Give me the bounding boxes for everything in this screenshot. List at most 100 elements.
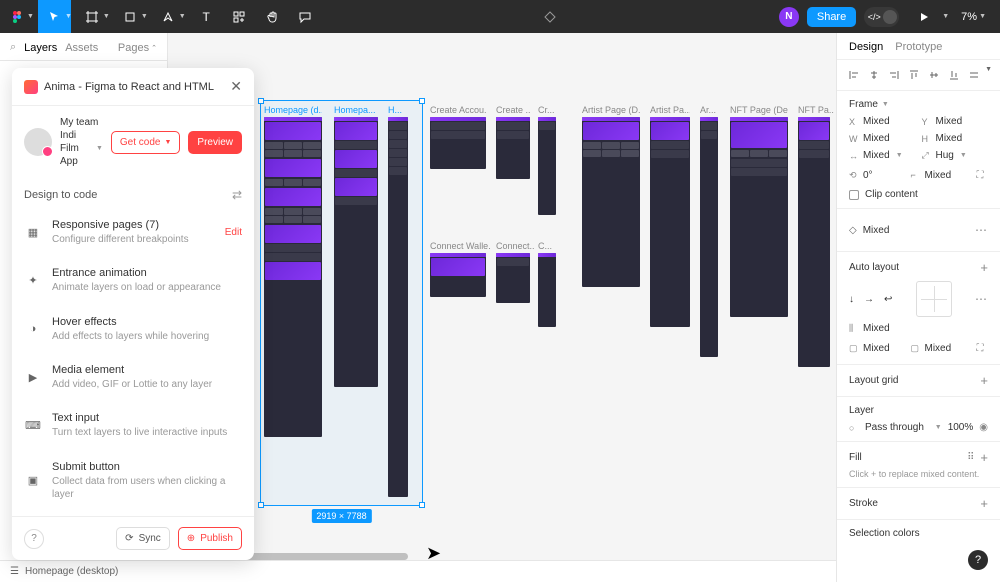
resources-tool[interactable] xyxy=(223,0,256,33)
search-icon[interactable]: ⌕ xyxy=(10,41,16,54)
wrap-icon[interactable]: ↩ xyxy=(884,294,892,305)
tab-assets[interactable]: Assets xyxy=(65,42,98,54)
zoom-level[interactable]: 7% xyxy=(961,11,977,23)
align-bottom-icon[interactable] xyxy=(945,66,963,84)
chevron-down-icon[interactable]: ▼ xyxy=(103,13,110,20)
publish-button[interactable]: ⊕Publish xyxy=(178,527,242,550)
preview-button[interactable]: Preview xyxy=(188,131,242,154)
padding-h-field[interactable]: Mixed xyxy=(863,343,890,354)
share-button[interactable]: Share xyxy=(807,7,856,27)
feature-item[interactable]: ◑ Hover effects Add effects to layers wh… xyxy=(12,305,254,353)
align-left-icon[interactable] xyxy=(845,66,863,84)
rotation-field[interactable]: 0° xyxy=(863,170,873,181)
align-center-h-icon[interactable] xyxy=(865,66,883,84)
more-icon[interactable]: ⋯ xyxy=(975,292,988,306)
frame-label[interactable]: Homepa... xyxy=(334,105,378,115)
close-icon[interactable]: ✕ xyxy=(230,78,242,95)
padding-detail-icon[interactable]: ⛶ xyxy=(972,340,988,356)
user-avatar[interactable]: N xyxy=(779,7,799,27)
frame-label[interactable]: Create Accou... xyxy=(430,105,486,115)
spacing-field[interactable]: Mixed xyxy=(863,323,890,334)
dev-mode-toggle[interactable]: </> xyxy=(864,7,899,27)
x-field[interactable]: Mixed xyxy=(863,116,890,127)
help-button[interactable]: ? xyxy=(24,529,44,549)
add-stroke-icon[interactable]: + xyxy=(980,496,988,511)
frame-label[interactable]: Homepage (d... xyxy=(264,105,322,115)
sync-icon[interactable]: ⇄ xyxy=(232,188,242,202)
chevron-down-icon[interactable]: ▼ xyxy=(65,13,72,20)
artboard[interactable] xyxy=(496,253,530,303)
help-float-button[interactable]: ? xyxy=(968,550,988,570)
align-top-icon[interactable] xyxy=(905,66,923,84)
frame-label[interactable]: Artist Page (D... xyxy=(582,105,640,115)
opacity-field[interactable]: 100% xyxy=(948,422,974,433)
frame-label[interactable]: Cr... xyxy=(538,105,556,115)
y-field[interactable]: Mixed xyxy=(936,116,963,127)
corner-detail-icon[interactable]: ⛶ xyxy=(972,167,988,183)
feature-item[interactable]: ✦ Entrance animation Animate layers on l… xyxy=(12,256,254,304)
visibility-icon[interactable]: ◉ xyxy=(979,422,988,433)
artboard[interactable] xyxy=(334,117,378,387)
frame-label[interactable]: NFT Pa... xyxy=(798,105,834,115)
feature-item[interactable]: ▦ Responsive pages (7) Configure differe… xyxy=(12,208,254,256)
tab-design[interactable]: Design xyxy=(849,41,883,53)
get-code-button[interactable]: Get code▼ xyxy=(111,131,181,154)
direction-down-icon[interactable]: ↓ xyxy=(849,294,854,305)
horizontal-scrollbar[interactable] xyxy=(200,553,720,560)
align-right-icon[interactable] xyxy=(885,66,903,84)
text-tool[interactable]: T xyxy=(190,0,223,33)
chevron-down-icon[interactable]: ▼ xyxy=(179,13,186,20)
more-icon[interactable]: ⋯ xyxy=(975,223,988,237)
frame-label[interactable]: Ar... xyxy=(700,105,718,115)
hug-field[interactable]: Hug xyxy=(936,150,954,161)
artboard[interactable] xyxy=(430,117,486,169)
styles-icon[interactable]: ⠿ xyxy=(967,452,974,463)
frame-label[interactable]: H... xyxy=(388,105,408,115)
comment-tool[interactable] xyxy=(289,0,322,33)
clip-content-checkbox[interactable] xyxy=(849,190,859,200)
artboard[interactable] xyxy=(538,253,556,327)
artboard[interactable] xyxy=(730,117,788,317)
artboard[interactable] xyxy=(650,117,690,327)
sync-button[interactable]: ⟳Sync xyxy=(116,527,170,550)
edit-link[interactable]: Edit xyxy=(225,227,242,238)
tidy-icon[interactable] xyxy=(965,66,983,84)
list-icon[interactable]: ☰ xyxy=(10,566,19,577)
padding-v-field[interactable]: Mixed xyxy=(925,343,952,354)
add-layout-grid-icon[interactable]: + xyxy=(980,373,988,388)
frame-label[interactable]: Artist Pa... xyxy=(650,105,690,115)
present-button[interactable] xyxy=(907,0,940,33)
chevron-down-icon[interactable]: ▼ xyxy=(979,13,986,20)
corner-field[interactable]: Mixed xyxy=(925,170,952,181)
frame-label[interactable]: Connect Walle... xyxy=(430,241,490,251)
align-center-v-icon[interactable] xyxy=(925,66,943,84)
frame-label[interactable]: NFT Page (De... xyxy=(730,105,788,115)
anima-center-icon[interactable] xyxy=(534,0,567,33)
hand-tool[interactable] xyxy=(256,0,289,33)
artboard[interactable] xyxy=(430,253,486,297)
direction-right-icon[interactable]: → xyxy=(864,294,874,305)
add-auto-layout-icon[interactable]: + xyxy=(980,260,988,275)
chevron-down-icon[interactable]: ▼ xyxy=(141,13,148,20)
artboard[interactable] xyxy=(538,117,556,215)
artboard[interactable] xyxy=(388,117,408,497)
artboard[interactable] xyxy=(496,117,530,179)
alignment-grid[interactable] xyxy=(916,281,952,317)
variant-mixed[interactable]: Mixed xyxy=(863,225,890,236)
feature-item[interactable]: ▶ Media element Add video, GIF or Lottie… xyxy=(12,353,254,401)
h-field[interactable]: Mixed xyxy=(936,133,963,144)
frame-label[interactable]: Connect... xyxy=(496,241,534,251)
chevron-down-icon[interactable]: ▼ xyxy=(942,13,949,20)
artboard[interactable] xyxy=(798,117,830,367)
project-dropdown[interactable]: Indi Film App▼ xyxy=(60,129,103,168)
current-page-label[interactable]: Homepage (desktop) xyxy=(25,566,118,577)
team-avatar[interactable] xyxy=(24,128,52,156)
frame-section-title[interactable]: Frame xyxy=(849,99,878,110)
artboard[interactable] xyxy=(582,117,640,287)
tab-layers[interactable]: Layers xyxy=(24,42,57,54)
add-fill-icon[interactable]: + xyxy=(980,450,988,465)
w-field[interactable]: Mixed xyxy=(863,133,890,144)
artboard[interactable] xyxy=(700,117,718,357)
resize-h-field[interactable]: Mixed xyxy=(863,150,890,161)
chevron-down-icon[interactable]: ▼ xyxy=(27,13,34,20)
